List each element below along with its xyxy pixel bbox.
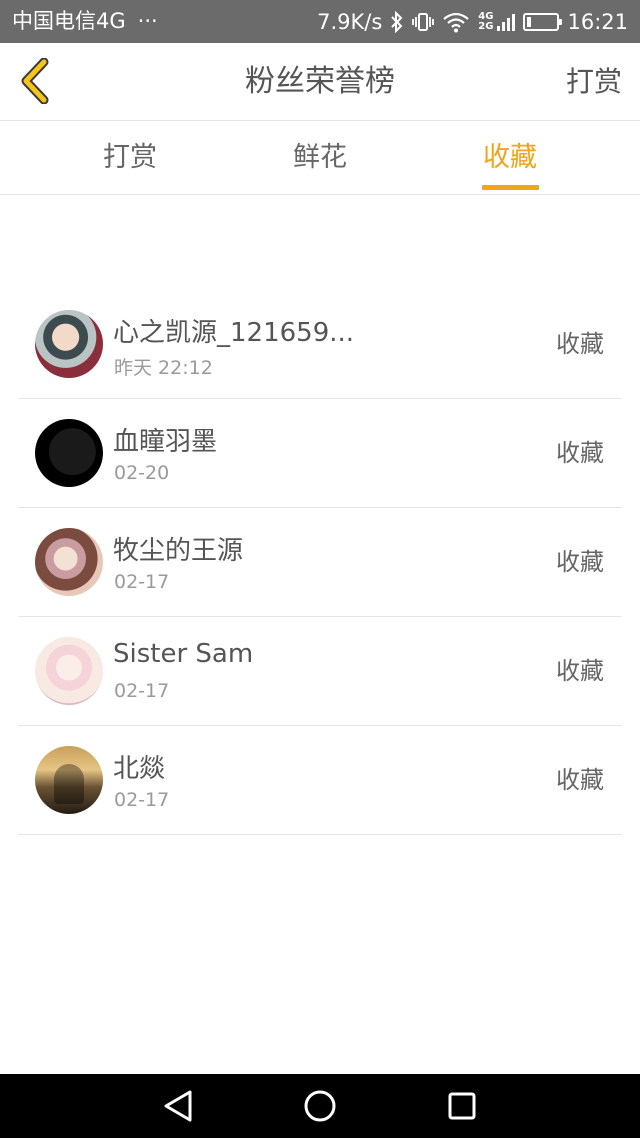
tab-reward[interactable]: 打赏 — [70, 121, 190, 194]
fan-action-type: 收藏 — [556, 330, 604, 358]
fan-time: 昨天 22:12 — [114, 357, 213, 379]
bluetooth-icon — [390, 10, 404, 33]
list-item[interactable]: Sister Sam 02-17 收藏 — [18, 617, 622, 726]
battery-icon — [523, 12, 563, 31]
status-left: 中国电信4G ··· — [12, 0, 158, 43]
vibrate-icon — [412, 11, 435, 33]
list-item[interactable]: 牧尘的王源 02-17 收藏 — [18, 508, 622, 617]
reward-button[interactable]: 打赏 — [566, 43, 622, 120]
fan-name: 牧尘的王源 — [113, 536, 244, 566]
battery-level — [527, 16, 532, 27]
notification-dots: ··· — [137, 9, 158, 33]
active-tab-indicator — [482, 185, 539, 190]
system-navigation-bar — [0, 1074, 640, 1138]
avatar[interactable] — [35, 746, 103, 814]
wifi-icon — [442, 11, 470, 33]
list-item[interactable]: 北燚 02-17 收藏 — [18, 726, 622, 835]
avatar[interactable] — [35, 419, 103, 487]
status-right: 7.9K/s 4G 2G 16:21 — [317, 0, 628, 43]
home-circle-icon — [304, 1090, 336, 1122]
list-item[interactable]: 心之凯源_121659... 昨天 22:12 收藏 — [18, 290, 622, 399]
system-home-button[interactable] — [300, 1086, 340, 1126]
system-recents-button[interactable] — [442, 1086, 482, 1126]
chevron-left-icon — [21, 58, 49, 104]
avatar[interactable] — [35, 528, 103, 596]
avatar[interactable] — [35, 637, 103, 705]
list-item[interactable]: 血瞳羽墨 02-20 收藏 — [18, 399, 622, 508]
fan-action-type: 收藏 — [556, 548, 604, 576]
fan-action-type: 收藏 — [556, 439, 604, 467]
page-title: 粉丝荣誉榜 — [245, 64, 395, 99]
fan-time: 02-17 — [114, 789, 170, 811]
network-type-bottom: 2G — [478, 20, 494, 32]
tab-flowers[interactable]: 鲜花 — [260, 121, 380, 194]
fan-list: 心之凯源_121659... 昨天 22:12 收藏 血瞳羽墨 02-20 收藏… — [18, 290, 622, 835]
fan-action-type: 收藏 — [556, 657, 604, 685]
fan-time: 02-17 — [114, 571, 170, 593]
nav-bar: 粉丝荣誉榜 打赏 — [0, 43, 640, 121]
fan-name: 血瞳羽墨 — [113, 427, 218, 457]
signal-icon — [497, 11, 516, 33]
avatar-figure — [54, 764, 84, 804]
avatar[interactable] — [35, 310, 103, 378]
category-tabs: 打赏 鲜花 收藏 — [0, 121, 640, 195]
fan-name: 北燚 — [113, 754, 166, 784]
network-type-badge: 4G 2G — [478, 10, 494, 32]
fan-name: Sister Sam — [113, 639, 254, 669]
status-bar: 中国电信4G ··· 7.9K/s 4G 2G 16:21 — [0, 0, 640, 43]
tab-favorites[interactable]: 收藏 — [450, 121, 570, 194]
recents-square-icon — [448, 1092, 476, 1120]
back-triangle-icon — [164, 1090, 192, 1122]
network-type-top: 4G — [478, 10, 494, 22]
status-time: 16:21 — [567, 9, 628, 34]
fan-action-type: 收藏 — [556, 766, 604, 794]
back-button[interactable] — [14, 57, 54, 105]
fan-time: 02-17 — [114, 680, 170, 702]
system-back-button[interactable] — [158, 1086, 198, 1126]
carrier-label: 中国电信4G — [12, 9, 126, 33]
network-speed: 7.9K/s — [317, 9, 383, 34]
fan-name: 心之凯源_121659... — [113, 318, 355, 348]
fan-time: 02-20 — [114, 462, 170, 484]
